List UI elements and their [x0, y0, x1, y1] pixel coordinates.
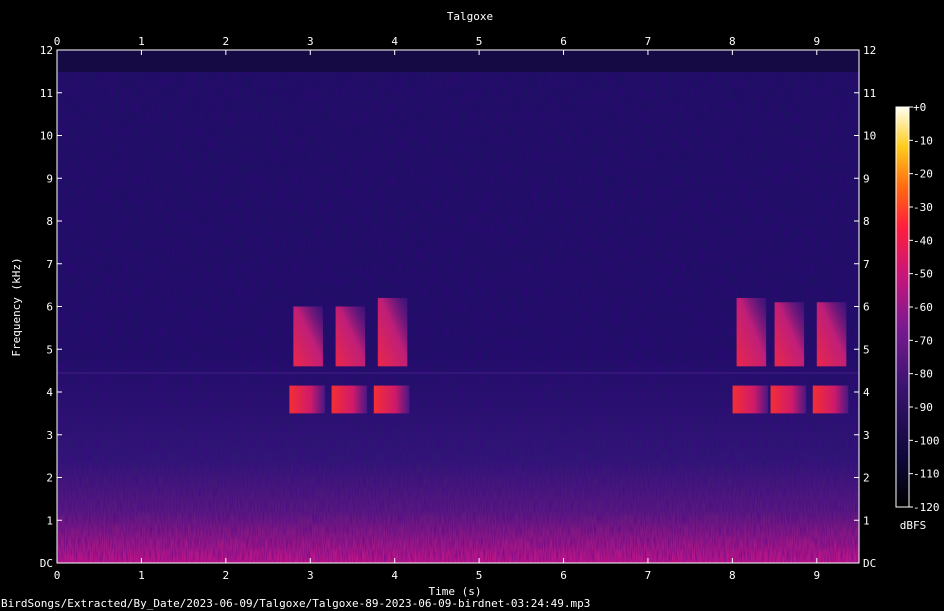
call-event-1 — [289, 306, 325, 414]
spectrogram-chart: 00112233445566778899DC DC1 12 23 34 45 56 67 78 8… — [1, 10, 940, 610]
y-tick-label-right: 3 — [863, 429, 870, 442]
colorbar-tick-label: -10 — [913, 134, 933, 147]
colorbar-tick-label: +0 — [913, 101, 926, 114]
x-tick-label: 4 — [391, 569, 398, 582]
colorbar-tick-label: -120 — [913, 501, 940, 514]
y-tick-label: 4 — [46, 386, 53, 399]
colorbar-tick-label: -70 — [913, 334, 933, 347]
y-tick-label: 7 — [46, 258, 53, 271]
y-tick-label-right: 8 — [863, 215, 870, 228]
filename-caption: BirdSongs/Extracted/By_Date/2023-06-09/T… — [1, 597, 590, 610]
call-lower-tone — [732, 385, 769, 414]
x-tick-label-top: 2 — [223, 35, 230, 48]
x-tick-label: 0 — [54, 569, 61, 582]
x-tick-label-top: 5 — [476, 35, 483, 48]
colorbar-tick-label: -60 — [913, 301, 933, 314]
x-tick-label: 5 — [476, 569, 483, 582]
colorbar-tick-label: -90 — [913, 401, 933, 414]
call-lower-tone — [812, 385, 849, 414]
y-tick-label: DC — [40, 557, 53, 570]
call-upper-band — [293, 306, 323, 367]
x-tick-label: 8 — [729, 569, 736, 582]
y-tick-label-right: 9 — [863, 172, 870, 185]
call-event-6 — [812, 302, 849, 414]
y-tick-label: 6 — [46, 301, 53, 314]
y-tick-label-right: 1 — [863, 514, 870, 527]
call-lower-tone — [289, 385, 325, 414]
y-tick-label-right: 7 — [863, 258, 870, 271]
y-axis-label: Frequency (kHz) — [10, 257, 23, 356]
x-tick-label-top: 0 — [54, 35, 61, 48]
x-tick-label-top: 8 — [729, 35, 736, 48]
y-tick-label: 2 — [46, 472, 53, 485]
call-upper-band — [377, 297, 408, 367]
colorbar-ticks: +0 -10 -20 -30 -40 -50 -60 -70 -80 -90 -100 -110 -12… — [909, 101, 940, 514]
y-tick-label-right: DC — [863, 557, 876, 570]
colorbar-label: dBFS — [900, 519, 927, 532]
x-tick-label-top: 9 — [813, 35, 820, 48]
y-tick-label-right: 12 — [863, 44, 876, 57]
call-lower-tone — [331, 385, 368, 414]
x-tick-label: 3 — [307, 569, 314, 582]
colorbar-tick-label: -110 — [913, 468, 940, 481]
y-tick-label-right: 10 — [863, 130, 876, 143]
colorbar-tick-label: -100 — [913, 434, 940, 447]
colorbar-tick-label: -20 — [913, 168, 933, 181]
x-tick-label: 2 — [223, 569, 230, 582]
colorbar — [895, 106, 910, 508]
y-tick-label: 11 — [40, 87, 53, 100]
colorbar-tick-label: -40 — [913, 234, 933, 247]
upper-quiet-band — [57, 50, 859, 72]
y-tick-label-right: 4 — [863, 386, 870, 399]
call-event-2 — [331, 306, 368, 414]
y-tick-label-right: 6 — [863, 301, 870, 314]
y-tick-label: 9 — [46, 172, 53, 185]
y-tick-label: 12 — [40, 44, 53, 57]
colorbar-tick-label: -80 — [913, 368, 933, 381]
y-tick-label-right: 11 — [863, 87, 876, 100]
chart-title: Talgoxe — [447, 10, 493, 23]
call-lower-tone — [770, 385, 807, 414]
x-tick-label: 1 — [138, 569, 145, 582]
x-tick-label: 7 — [645, 569, 652, 582]
y-tick-label-right: 5 — [863, 343, 870, 356]
call-event-5 — [770, 302, 807, 414]
x-tick-label-top: 6 — [560, 35, 567, 48]
y-tick-label: 10 — [40, 130, 53, 143]
colorbar-tick-label: -50 — [913, 268, 933, 281]
y-tick-label: 5 — [46, 343, 53, 356]
colorbar-tick-label: -30 — [913, 201, 933, 214]
x-tick-label-top: 7 — [645, 35, 652, 48]
call-lower-tone — [373, 385, 410, 414]
call-event-4 — [732, 297, 769, 414]
x-tick-label-top: 1 — [138, 35, 145, 48]
x-tick-label: 9 — [813, 569, 820, 582]
call-upper-band — [774, 302, 805, 367]
x-tick-label-top: 3 — [307, 35, 314, 48]
y-tick-label-right: 2 — [863, 472, 870, 485]
y-tick-label: 1 — [46, 514, 53, 527]
x-tick-label: 6 — [560, 569, 567, 582]
call-upper-band — [816, 302, 847, 367]
call-event-3 — [373, 297, 410, 414]
y-tick-label: 8 — [46, 215, 53, 228]
x-tick-label-top: 4 — [391, 35, 398, 48]
tone-line — [57, 372, 859, 374]
call-upper-band — [335, 306, 366, 367]
call-upper-band — [736, 297, 767, 367]
y-tick-label: 3 — [46, 429, 53, 442]
